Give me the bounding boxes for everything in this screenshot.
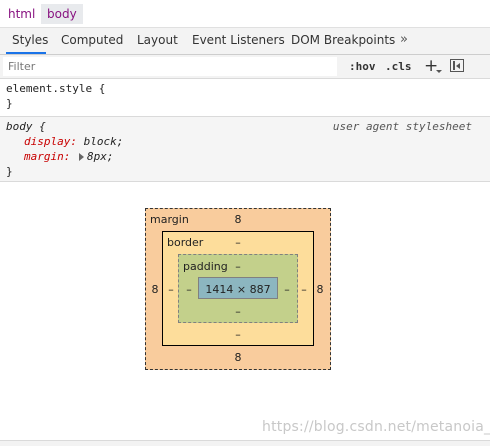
property-name: display — [24, 135, 71, 148]
tab-computed[interactable]: Computed — [61, 28, 123, 54]
breadcrumb-body[interactable]: body — [41, 4, 83, 24]
declaration-display: display: block; — [24, 135, 124, 148]
property-name: margin — [24, 150, 64, 163]
border-top-value[interactable]: – — [223, 236, 253, 250]
tab-event-listeners[interactable]: Event Listeners — [192, 28, 285, 54]
tab-styles[interactable]: Styles — [6, 28, 48, 54]
border-bottom-value[interactable]: – — [223, 328, 253, 342]
rule-close-brace: } — [6, 97, 13, 110]
content-size[interactable]: 1414 × 887 — [198, 283, 278, 297]
rule-element-style: element.style { } — [0, 79, 490, 117]
breadcrumb-html[interactable]: html — [2, 4, 41, 24]
rule-body: body { user agent stylesheet display: bl… — [0, 117, 490, 182]
hov-button[interactable]: :hov — [349, 58, 376, 76]
rule-close-brace: } — [6, 165, 13, 178]
filter-input[interactable] — [3, 57, 337, 76]
padding-bottom-value[interactable]: – — [223, 305, 253, 319]
sidebar-tabs: Styles Computed Layout Event Listeners D… — [0, 28, 490, 55]
tab-layout[interactable]: Layout — [137, 28, 178, 54]
margin-top-value[interactable]: 8 — [223, 213, 253, 227]
property-value: 8px; — [87, 150, 114, 163]
property-value: block; — [83, 135, 124, 148]
double-chevron-right-icon[interactable]: » — [400, 28, 408, 54]
plus-icon[interactable]: + — [424, 56, 438, 76]
sidebar-toggle-icon[interactable] — [450, 59, 464, 72]
declaration-margin: margin: 8px; — [24, 150, 114, 163]
margin-bottom-value[interactable]: 8 — [223, 351, 253, 365]
bottom-bar — [0, 440, 490, 446]
breadcrumb: html body — [0, 0, 490, 28]
caret-down-icon[interactable] — [436, 70, 442, 73]
margin-label: margin — [150, 213, 189, 226]
rule-selector: body { — [6, 120, 46, 133]
padding-label: padding — [183, 260, 228, 273]
styles-toolbar: :hov .cls + — [0, 55, 490, 79]
cls-button[interactable]: .cls — [385, 58, 412, 76]
watermark: https://blog.csdn.net/metanoia_ — [262, 419, 490, 435]
rule-origin: user agent stylesheet — [332, 120, 472, 133]
border-label: border — [167, 236, 204, 249]
expand-triangle-icon[interactable] — [79, 153, 84, 161]
tab-dom-breakpoints[interactable]: DOM Breakpoints — [291, 28, 395, 54]
padding-top-value[interactable]: – — [223, 260, 253, 274]
rule-selector[interactable]: element.style { — [6, 82, 105, 95]
